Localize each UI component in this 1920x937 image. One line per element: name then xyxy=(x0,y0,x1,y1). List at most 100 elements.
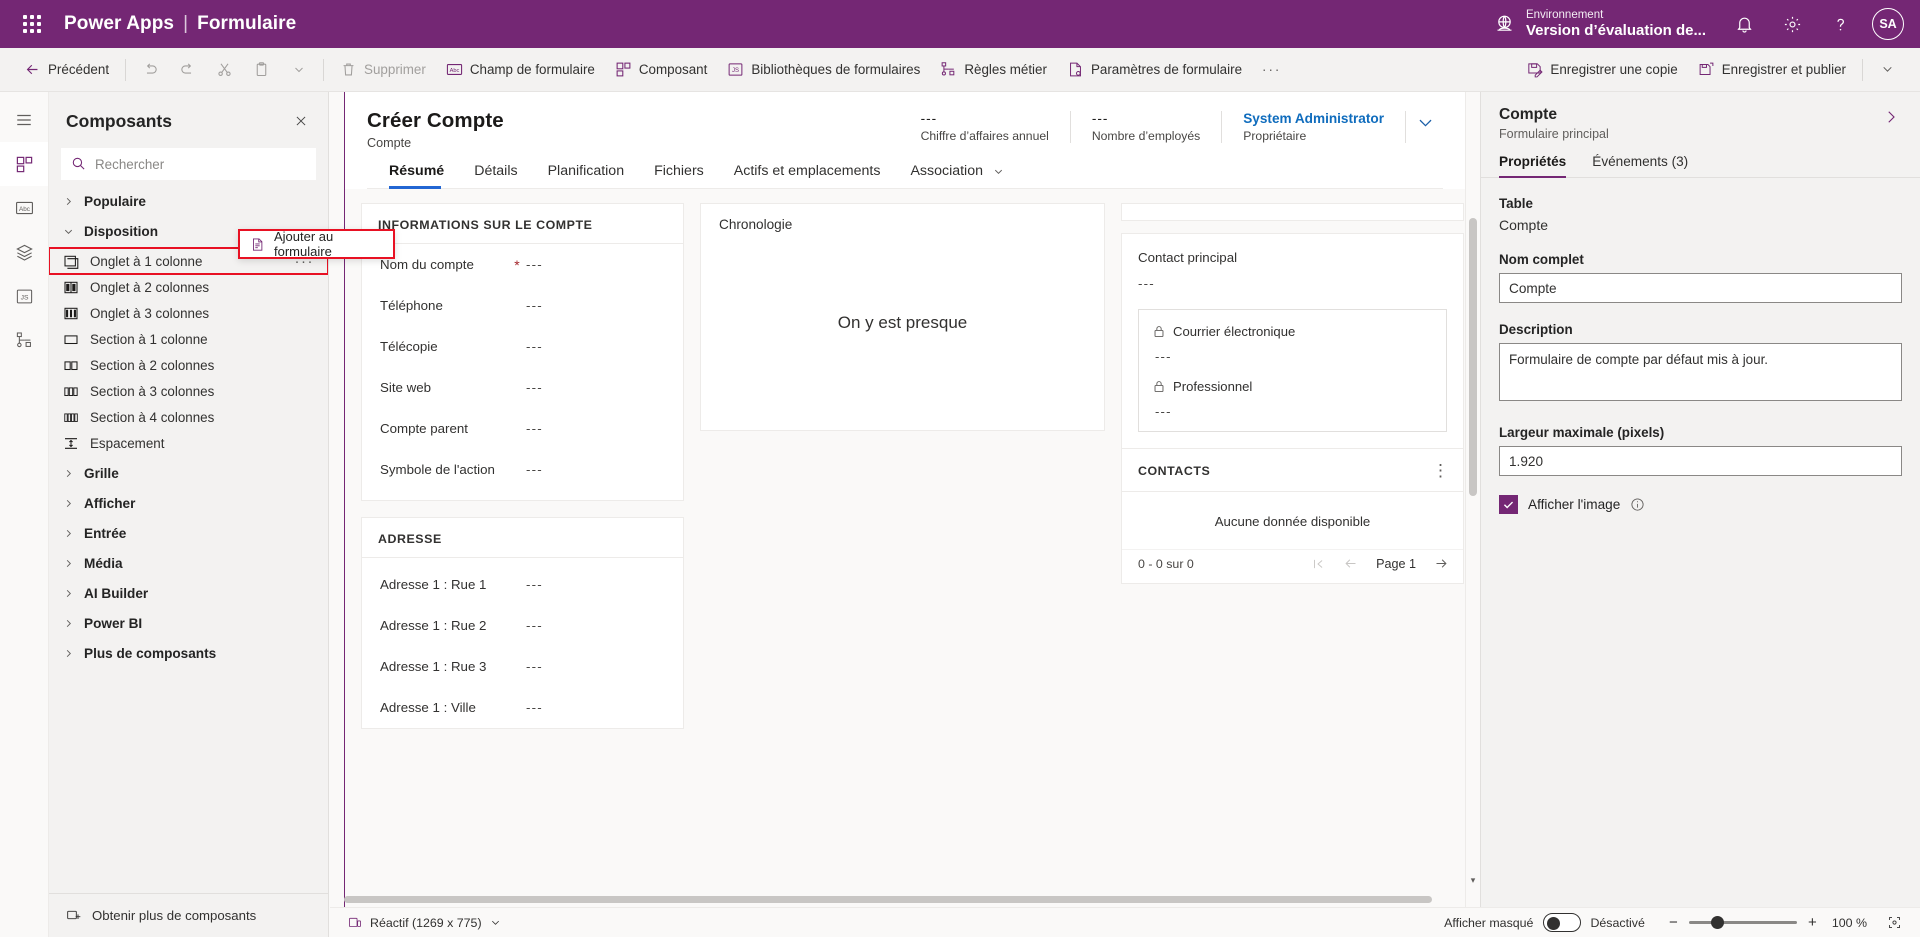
table-value: Compte xyxy=(1499,217,1549,233)
canvas-vertical-scrollbar[interactable]: ▾ xyxy=(1467,218,1479,889)
group-ai-builder[interactable]: AI Builder xyxy=(49,580,328,606)
form-header-stats: --- Chiffre d’affaires annuel --- Nombre… xyxy=(900,109,1443,143)
get-more-components-button[interactable]: Obtenir plus de composants xyxy=(49,893,328,937)
scroll-down-arrow[interactable]: ▾ xyxy=(1467,875,1479,889)
maxwidth-input[interactable] xyxy=(1499,446,1902,476)
bell-icon[interactable] xyxy=(1720,0,1768,48)
zoom-slider-handle[interactable] xyxy=(1710,916,1724,929)
environment-selector[interactable]: Environnement Version d’évaluation de... xyxy=(1480,9,1720,39)
redo-button[interactable] xyxy=(169,54,206,86)
group-media[interactable]: Média xyxy=(49,550,328,576)
page-first-icon[interactable] xyxy=(1311,557,1325,571)
show-hidden-toggle[interactable] xyxy=(1543,913,1582,932)
cut-button[interactable] xyxy=(206,54,243,86)
field-row[interactable]: Compte parent --- xyxy=(362,408,683,449)
tab-association[interactable]: Association xyxy=(901,163,1013,188)
fullname-input[interactable] xyxy=(1499,273,1902,303)
tab-details[interactable]: Détails xyxy=(465,163,526,188)
more-vertical-icon[interactable]: ⋮ xyxy=(1432,462,1449,479)
context-menu-add-to-form[interactable]: Ajouter au formulaire xyxy=(238,229,395,259)
tab-fichiers[interactable]: Fichiers xyxy=(645,163,713,188)
component-tab-2-columns[interactable]: Onglet à 2 colonnes xyxy=(49,274,328,300)
component-section-2-columns[interactable]: Section à 2 colonnes xyxy=(49,352,328,378)
field-row[interactable]: Nom du compte * --- xyxy=(362,244,683,285)
field-value: --- xyxy=(526,421,543,436)
zoom-slider[interactable] xyxy=(1688,916,1797,929)
group-populaire[interactable]: Populaire xyxy=(49,188,328,214)
field-row[interactable]: Site web --- xyxy=(362,367,683,408)
component-label: Onglet à 1 colonne xyxy=(90,253,203,269)
form-field-button[interactable]: Abc Champ de formulaire xyxy=(436,54,605,86)
stat-label: Nombre d’employés xyxy=(1091,129,1201,143)
close-icon[interactable] xyxy=(286,106,316,136)
tab-actifs-emplacements[interactable]: Actifs et emplacements xyxy=(725,163,890,188)
component-section-3-columns[interactable]: Section à 3 colonnes xyxy=(49,378,328,404)
tab-label: Fichiers xyxy=(654,163,704,179)
hamburger-icon[interactable] xyxy=(0,98,48,142)
show-image-checkbox[interactable] xyxy=(1499,495,1518,514)
tab-planification[interactable]: Planification xyxy=(539,163,634,188)
tab-label: Planification xyxy=(547,163,625,179)
zoom-out-button[interactable]: − xyxy=(1667,914,1680,931)
fit-to-screen-icon[interactable] xyxy=(1887,915,1902,930)
component-section-4-columns[interactable]: Section à 4 colonnes xyxy=(49,404,328,430)
business-rules-button[interactable]: Règles métier xyxy=(930,54,1057,86)
sidebar-item-form-fields[interactable]: Abc xyxy=(0,186,48,230)
zoom-level: 100 % xyxy=(1831,915,1867,930)
component-tab-3-columns[interactable]: Onglet à 3 colonnes xyxy=(49,300,328,326)
sidebar-item-business-rules[interactable] xyxy=(0,318,48,362)
group-plus-de-composants[interactable]: Plus de composants xyxy=(49,640,328,666)
brand-product[interactable]: Power Apps xyxy=(64,13,174,35)
scrollbar-thumb[interactable] xyxy=(1469,218,1477,496)
field-row[interactable]: Symbole de l'action --- xyxy=(362,449,683,490)
group-grille[interactable]: Grille xyxy=(49,460,328,486)
description-textarea[interactable] xyxy=(1499,343,1902,401)
responsive-selector[interactable]: Réactif (1269 x 775) xyxy=(348,916,501,930)
overflow-button[interactable]: ··· xyxy=(1252,54,1291,86)
info-icon[interactable] xyxy=(1630,497,1645,512)
component-spacer[interactable]: Espacement xyxy=(49,430,328,456)
back-button[interactable]: Précédent xyxy=(14,54,119,86)
delete-button[interactable]: Supprimer xyxy=(330,54,436,86)
avatar[interactable]: SA xyxy=(1872,8,1904,40)
zoom-in-button[interactable]: + xyxy=(1806,914,1819,931)
owner-link[interactable]: System Administrator xyxy=(1243,111,1384,126)
save-options-button[interactable] xyxy=(1869,54,1906,86)
scrollbar-thumb[interactable] xyxy=(344,896,1432,903)
group-entree[interactable]: Entrée xyxy=(49,520,328,546)
app-launcher-icon[interactable] xyxy=(10,0,54,48)
field-row[interactable]: Adresse 1 : Rue 1 --- xyxy=(362,564,683,605)
chevron-right-icon[interactable] xyxy=(1874,106,1902,126)
canvas-horizontal-scrollbar[interactable] xyxy=(344,895,1454,905)
paste-button[interactable] xyxy=(243,54,280,86)
page-next-icon[interactable] xyxy=(1434,556,1449,571)
form-settings-button[interactable]: Paramètres de formulaire xyxy=(1057,54,1252,86)
field-row[interactable]: Télécopie --- xyxy=(362,326,683,367)
search-input[interactable] xyxy=(61,148,316,180)
component-label: Section à 3 colonnes xyxy=(90,383,215,399)
component-button[interactable]: Composant xyxy=(605,54,717,86)
gear-icon[interactable] xyxy=(1768,0,1816,48)
page-prev-icon[interactable] xyxy=(1343,556,1358,571)
group-power-bi[interactable]: Power BI xyxy=(49,610,328,636)
chevron-down-icon[interactable] xyxy=(1406,111,1443,132)
group-afficher[interactable]: Afficher xyxy=(49,490,328,516)
field-row[interactable]: Adresse 1 : Rue 3 --- xyxy=(362,646,683,687)
sidebar-item-components[interactable] xyxy=(0,142,48,186)
field-row[interactable]: Adresse 1 : Rue 2 --- xyxy=(362,605,683,646)
form-libraries-button[interactable]: JS Bibliothèques de formulaires xyxy=(717,54,930,86)
page-title: Composants xyxy=(66,110,172,131)
tab-evenements[interactable]: Événements (3) xyxy=(1592,154,1688,177)
undo-button[interactable] xyxy=(132,54,169,86)
field-row[interactable]: Téléphone --- xyxy=(362,285,683,326)
sidebar-item-layers[interactable] xyxy=(0,230,48,274)
field-row[interactable]: Adresse 1 : Ville --- xyxy=(362,687,683,728)
help-icon[interactable] xyxy=(1816,0,1864,48)
save-copy-button[interactable]: Enregistrer une copie xyxy=(1516,54,1687,86)
tab-resume[interactable]: Résumé xyxy=(389,163,453,189)
sidebar-item-js[interactable]: JS xyxy=(0,274,48,318)
tab-proprietes[interactable]: Propriétés xyxy=(1499,154,1567,178)
save-publish-button[interactable]: Enregistrer et publier xyxy=(1688,54,1856,86)
paste-options-button[interactable] xyxy=(280,54,317,86)
component-section-1-column[interactable]: Section à 1 colonne xyxy=(49,326,328,352)
